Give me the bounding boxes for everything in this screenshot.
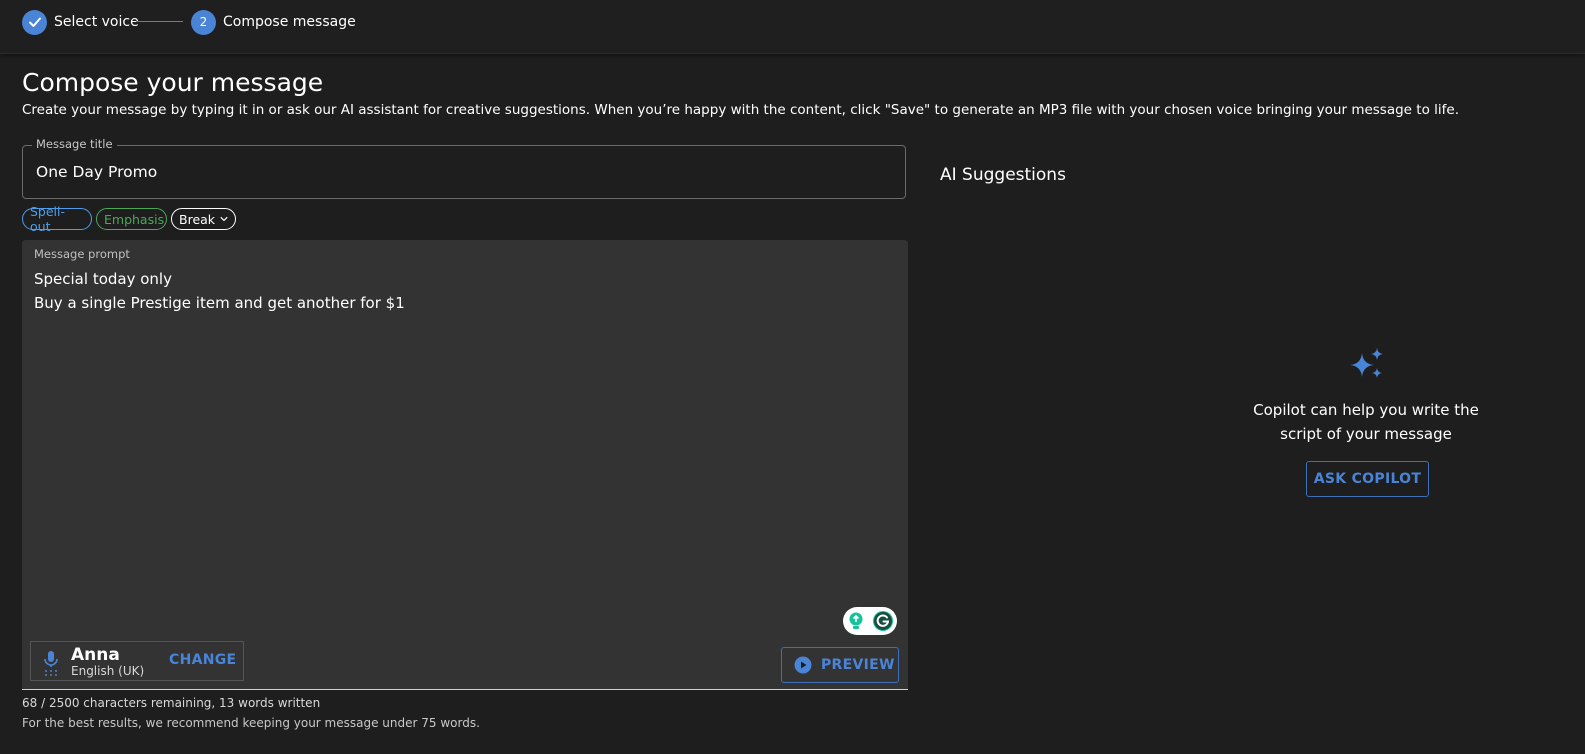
microphone-icon [44,651,58,676]
prompt-line: Buy a single Prestige item and get anoth… [34,294,405,312]
spell-out-chip[interactable]: Spell-out [22,204,92,234]
message-prompt-field[interactable]: Message prompt Special today only Buy a … [22,240,908,690]
step-connector [136,21,183,22]
step-label: Select voice [54,14,139,30]
message-title-input[interactable] [36,163,886,181]
break-label: Break [179,211,216,227]
voice-card: Anna English (UK) CHANGE [30,641,244,681]
step-number: 2 [191,9,216,35]
grammarly-widget[interactable] [843,607,897,635]
emphasis-chip[interactable]: Emphasis [96,208,167,230]
check-icon [22,9,47,35]
sparkle-icon [1350,348,1383,378]
change-voice-button[interactable]: CHANGE [169,652,236,668]
voice-name: Anna [71,645,120,665]
page-title: Compose your message [22,68,324,97]
chevron-down-icon [220,216,228,222]
step-label: Compose message [223,14,356,30]
character-count: 68 / 2500 characters remaining, 13 words… [22,696,321,710]
page-description: Create your message by typing it in or a… [22,102,1459,118]
voice-language: English (UK) [71,664,145,678]
message-title-field[interactable]: Message title [22,137,906,199]
break-dropdown[interactable]: Break [171,208,236,230]
grammarly-icon [872,611,893,631]
message-prompt-text[interactable]: Special today only Buy a single Prestige… [34,267,405,315]
preview-label: PREVIEW [821,657,895,673]
ai-suggestions-title: AI Suggestions [940,165,1066,185]
message-prompt-label: Message prompt [34,247,130,261]
step-select-voice[interactable]: Select voice [22,9,139,35]
lightbulb-icon [849,612,862,629]
step-compose-message[interactable]: 2 Compose message [191,9,356,35]
stepper: Select voice 2 Compose message [0,0,1585,54]
copilot-help-text: Copilot can help you write the script of… [1253,401,1479,443]
prompt-line: Special today only [34,270,172,288]
word-count-hint: For the best results, we recommend keepi… [22,716,480,730]
preview-button[interactable]: PREVIEW [781,647,899,683]
ask-copilot-button[interactable]: ASK COPILOT [1306,461,1429,497]
message-title-label: Message title [32,137,117,151]
play-circle-icon [794,656,812,674]
